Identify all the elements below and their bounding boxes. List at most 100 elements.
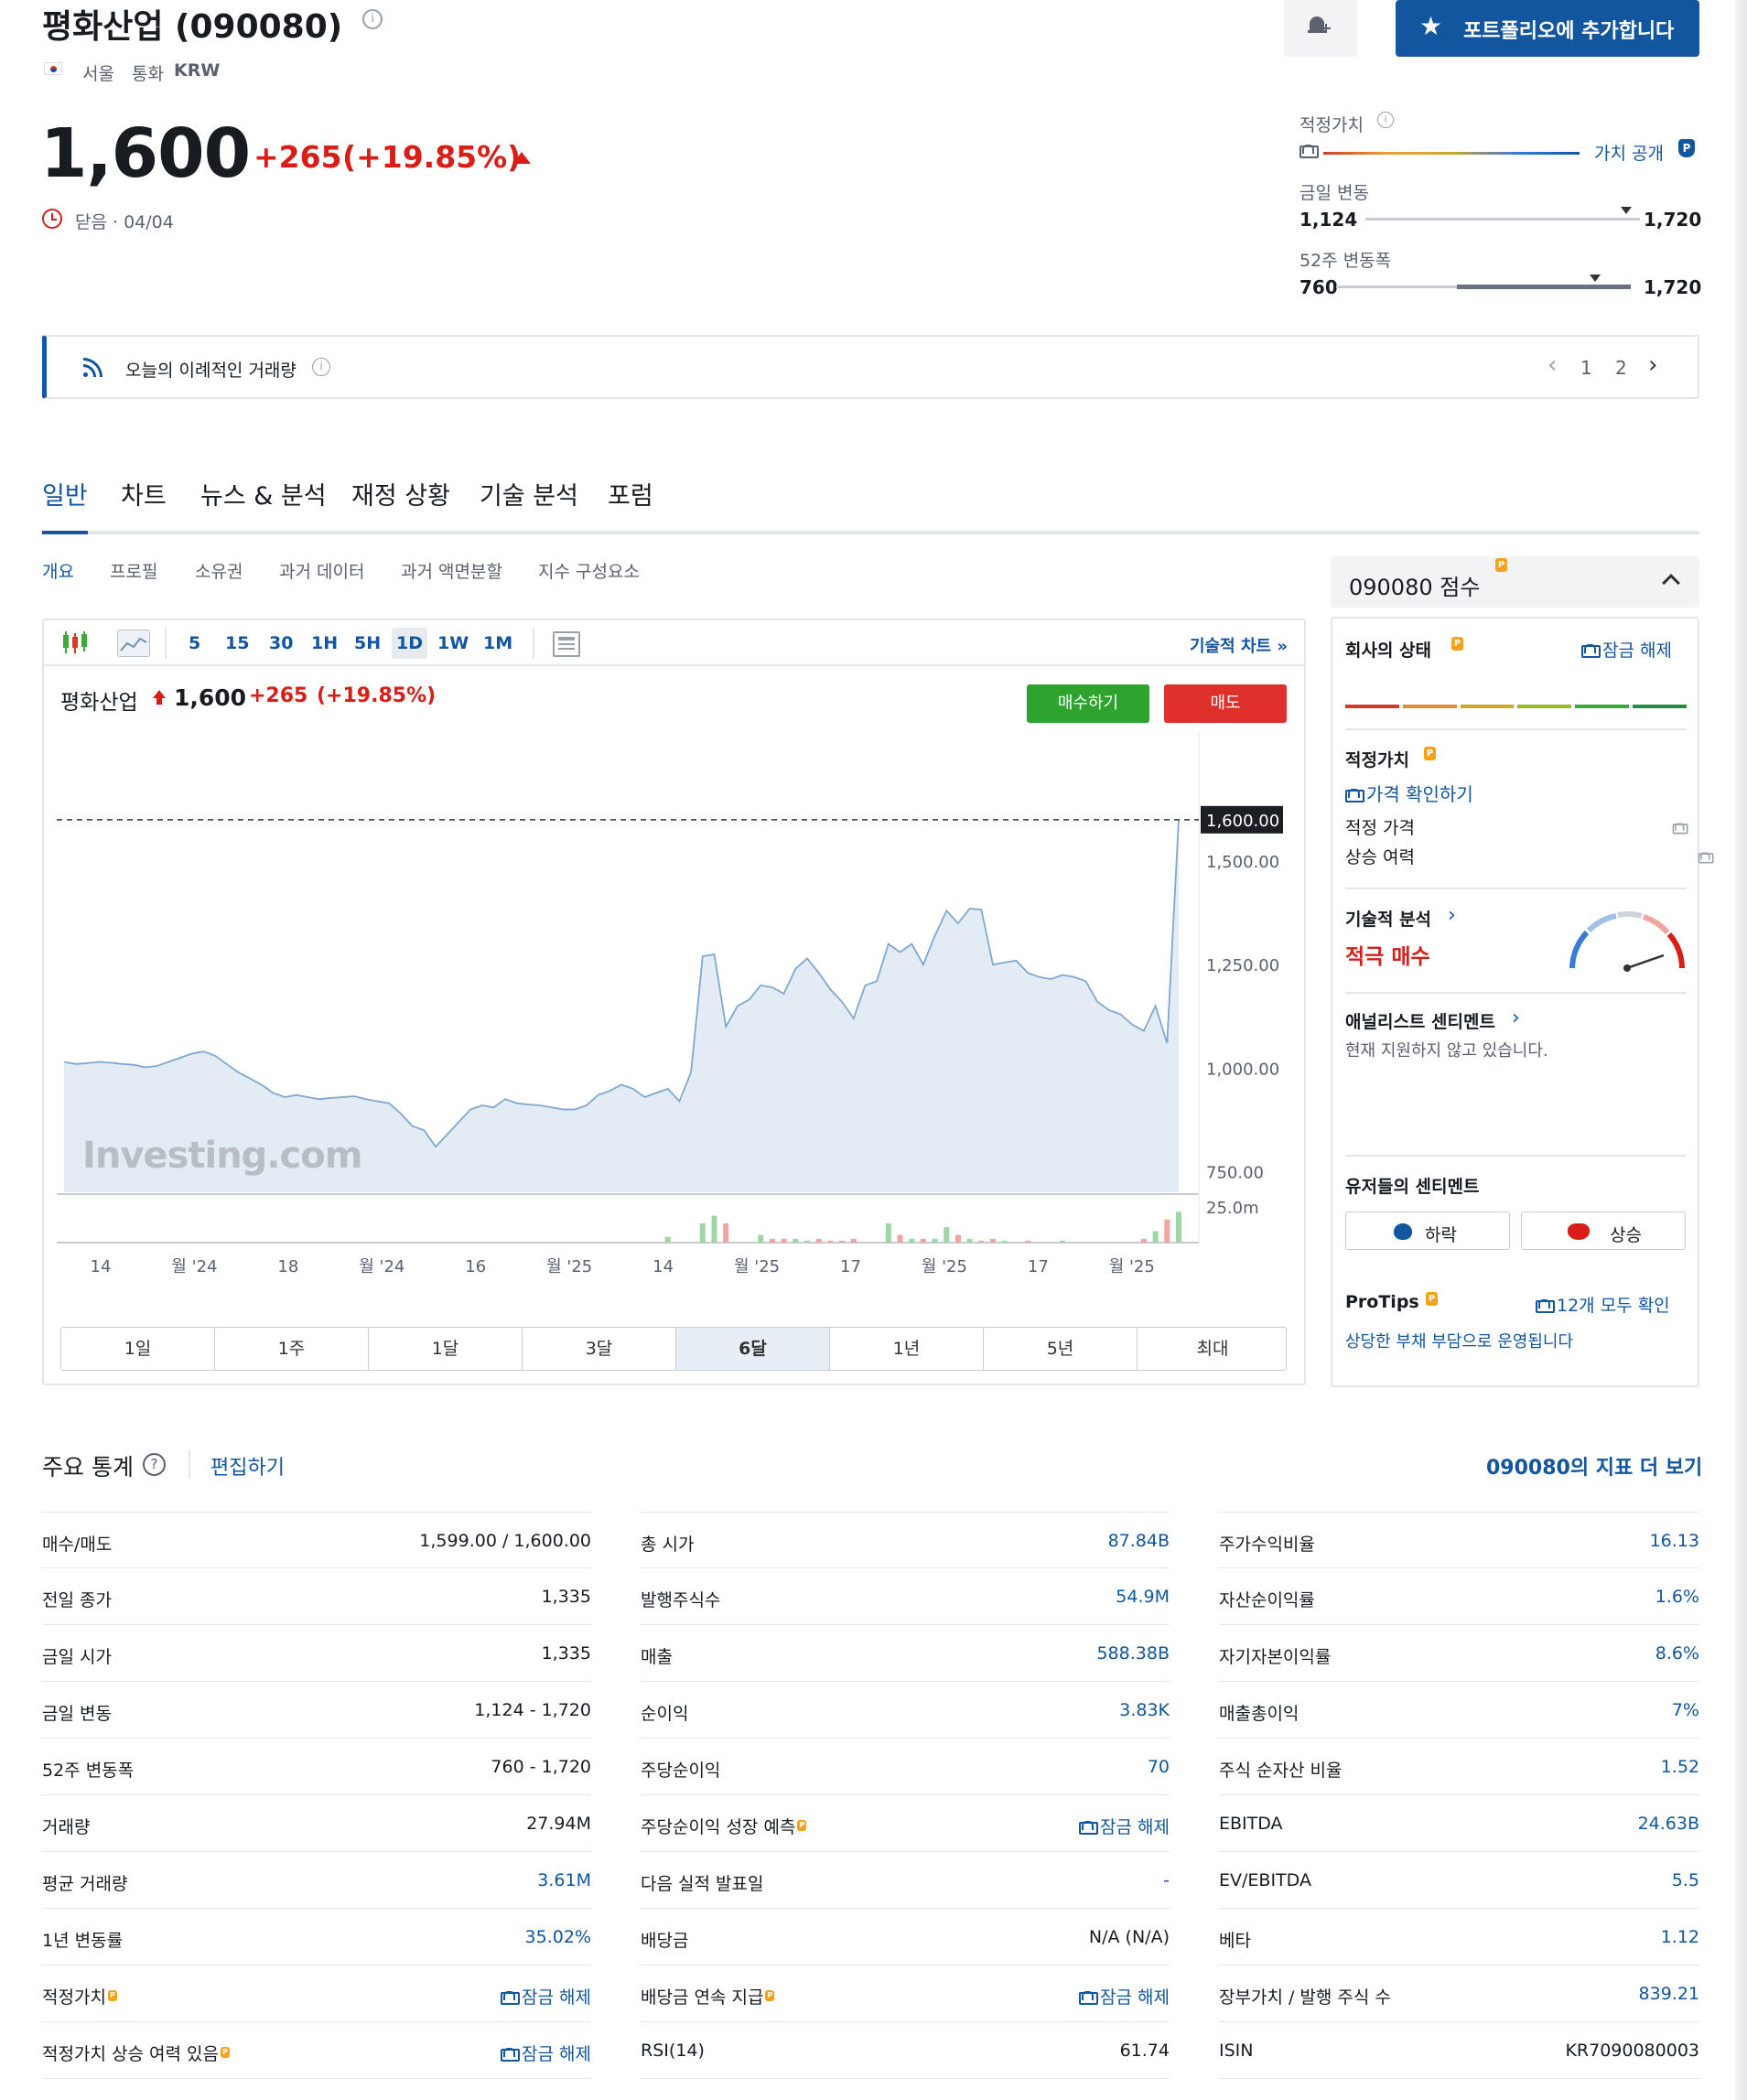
price-chart[interactable]: 1,600.00 1,500.00 1,250.00 1,000.00 750.00 25… <box>44 620 1304 1298</box>
gauge-icon <box>1569 910 1685 972</box>
subtab-overview[interactable]: 개요 <box>42 558 74 583</box>
stat-label: 총 시가 <box>641 1535 695 1555</box>
day-range-low: 1,124 <box>1299 209 1358 231</box>
score-title: 090080 점수 <box>1349 575 1481 600</box>
active-tab-indicator <box>42 531 88 534</box>
add-portfolio-button[interactable]: ★ 포트폴리오에 추가합니다 <box>1396 0 1699 57</box>
info-icon[interactable]: i <box>362 9 383 29</box>
exchange-name: 서울 <box>82 64 114 84</box>
protips-text[interactable]: 상당한 부채 부담으로 운영됩니다 <box>1345 1329 1573 1352</box>
stat-row: 금일 시가 1,335 <box>42 1625 591 1682</box>
tab-financials[interactable]: 재정 상황 <box>351 476 450 512</box>
subtab-profile[interactable]: 프로필 <box>110 558 157 583</box>
protips-see-all-link[interactable]: 12개 모두 확인 <box>1536 1292 1670 1317</box>
volume-bar <box>793 1238 799 1243</box>
stat-label: 매출총이익 <box>1219 1704 1299 1724</box>
more-metrics-link[interactable]: 090080의 지표 더 보기 <box>1486 1451 1702 1481</box>
volume-bar <box>990 1238 996 1243</box>
technical-signal: 적극 매수 <box>1345 945 1430 969</box>
stat-value: 61.74 <box>1119 2041 1170 2061</box>
subtab-splits[interactable]: 과거 액면분할 <box>401 558 502 583</box>
stat-row: 자산순이익률 1.6% <box>1219 1568 1699 1625</box>
volume-bar <box>723 1223 729 1243</box>
range-5y[interactable]: 5년 <box>984 1328 1138 1370</box>
range-3m[interactable]: 3달 <box>523 1328 676 1370</box>
info-icon[interactable]: i <box>1377 112 1394 128</box>
health-segment <box>1575 705 1630 708</box>
stat-label: 매출 <box>641 1647 673 1667</box>
stat-label: 거래량 <box>42 1817 91 1837</box>
range-1y[interactable]: 1년 <box>830 1328 984 1370</box>
stat-label: EV/EBITDA <box>1219 1870 1311 1890</box>
range-max[interactable]: 최대 <box>1138 1328 1286 1370</box>
add-alert-button[interactable] <box>1284 0 1357 57</box>
stat-value: 1,599.00 / 1,600.00 <box>419 1531 591 1551</box>
bullish-button[interactable]: 상승 <box>1521 1212 1686 1250</box>
range-1m[interactable]: 1달 <box>369 1328 523 1370</box>
fair-price-label: 적정 가격 <box>1345 818 1415 838</box>
volume-bar <box>699 1223 706 1243</box>
stat-label: 배당금 <box>641 1931 689 1951</box>
stat-row: 매출총이익 7% <box>1219 1682 1699 1739</box>
stat-value[interactable]: 잠금 해제 <box>1079 1984 1170 2008</box>
stat-row: 매수/매도 1,599.00 / 1,600.00 <box>42 1512 591 1568</box>
stat-row: 베타 1.12 <box>1219 1909 1699 1965</box>
prev-arrow-icon[interactable]: ‹ <box>1547 351 1557 379</box>
stat-row: 다음 실적 발표일 - <box>641 1852 1170 1909</box>
stat-row: 1년 변동률 35.02% <box>42 1909 591 1965</box>
health-unlock-link[interactable]: 잠금 해제 <box>1581 637 1672 662</box>
fair-value-label: 적정가치 <box>1345 750 1409 770</box>
stat-row: RSI(14) 61.74 <box>641 2022 1170 2079</box>
volume-bar <box>1140 1238 1147 1243</box>
stat-label: 베타 <box>1219 1931 1251 1951</box>
help-icon[interactable]: ? <box>143 1453 166 1476</box>
chevron-up-icon[interactable] <box>1662 574 1680 592</box>
tab-forum[interactable]: 포럼 <box>608 476 653 512</box>
subtab-ownership[interactable]: 소유권 <box>195 558 243 583</box>
stat-value[interactable]: 잠금 해제 <box>1079 1814 1170 1838</box>
week52-range-marker <box>1590 275 1601 282</box>
unusual-volume-banner[interactable]: 오늘의 이례적인 거래량 i ‹ 1 2 › <box>42 335 1699 399</box>
volume-bar <box>815 1238 822 1243</box>
tab-news[interactable]: 뉴스 & 분석 <box>200 476 327 512</box>
stat-value: 8.6% <box>1655 1643 1699 1664</box>
range-6m[interactable]: 6달 <box>676 1328 830 1370</box>
stat-value: 760 - 1,720 <box>491 1757 591 1777</box>
up-arrow-icon <box>512 152 531 164</box>
banner-page-1[interactable]: 1 <box>1580 357 1592 379</box>
subtab-historical[interactable]: 과거 데이터 <box>279 558 364 583</box>
stat-label: RSI(14) <box>641 2041 705 2061</box>
stat-value[interactable]: 잠금 해제 <box>501 1984 591 2008</box>
info-icon[interactable]: i <box>312 358 330 376</box>
add-portfolio-label: 포트폴리오에 추가합니다 <box>1463 20 1675 43</box>
edit-stats-link[interactable]: 편집하기 <box>210 1451 285 1481</box>
x-tick-label: 14 <box>91 1257 112 1276</box>
banner-page-2[interactable]: 2 <box>1615 357 1627 379</box>
next-arrow-icon[interactable]: › <box>1648 351 1657 379</box>
key-stats-title: 주요 통계 <box>42 1454 134 1481</box>
analyst-sentiment-label[interactable]: 애널리스트 센티멘트 <box>1345 1008 1495 1033</box>
volume-bar <box>932 1238 938 1243</box>
stat-row: 발행주식수 54.9M <box>641 1568 1170 1625</box>
tab-technical[interactable]: 기술 분석 <box>480 476 578 512</box>
x-tick-label: 월 '25 <box>922 1257 967 1276</box>
tabs-underline <box>42 531 1699 534</box>
range-1d[interactable]: 1일 <box>61 1328 215 1370</box>
bear-icon <box>1394 1223 1412 1240</box>
stat-value: 839.21 <box>1638 1984 1699 2004</box>
stat-label: 배당금 연속 지급 P <box>641 1984 775 2008</box>
bearish-button[interactable]: 하락 <box>1345 1212 1510 1250</box>
range-1w[interactable]: 1주 <box>215 1328 369 1370</box>
stat-row: 배당금 N/A (N/A) <box>641 1909 1170 1965</box>
subtab-components[interactable]: 지수 구성요소 <box>538 558 640 583</box>
score-header[interactable]: 090080 점수 P <box>1331 556 1699 608</box>
stat-value: 35.02% <box>524 1927 591 1947</box>
tab-general[interactable]: 일반 <box>42 476 88 512</box>
check-price-link[interactable]: 가격 확인하기 <box>1345 780 1473 806</box>
tab-chart[interactable]: 차트 <box>121 476 167 512</box>
week52-range-fill <box>1457 285 1631 289</box>
stat-value: 5.5 <box>1671 1870 1699 1890</box>
reveal-value-link[interactable]: 가치 공개 <box>1594 140 1664 165</box>
technical-analysis-label[interactable]: 기술적 분석 <box>1345 906 1431 931</box>
stat-value[interactable]: 잠금 해제 <box>501 2041 591 2065</box>
